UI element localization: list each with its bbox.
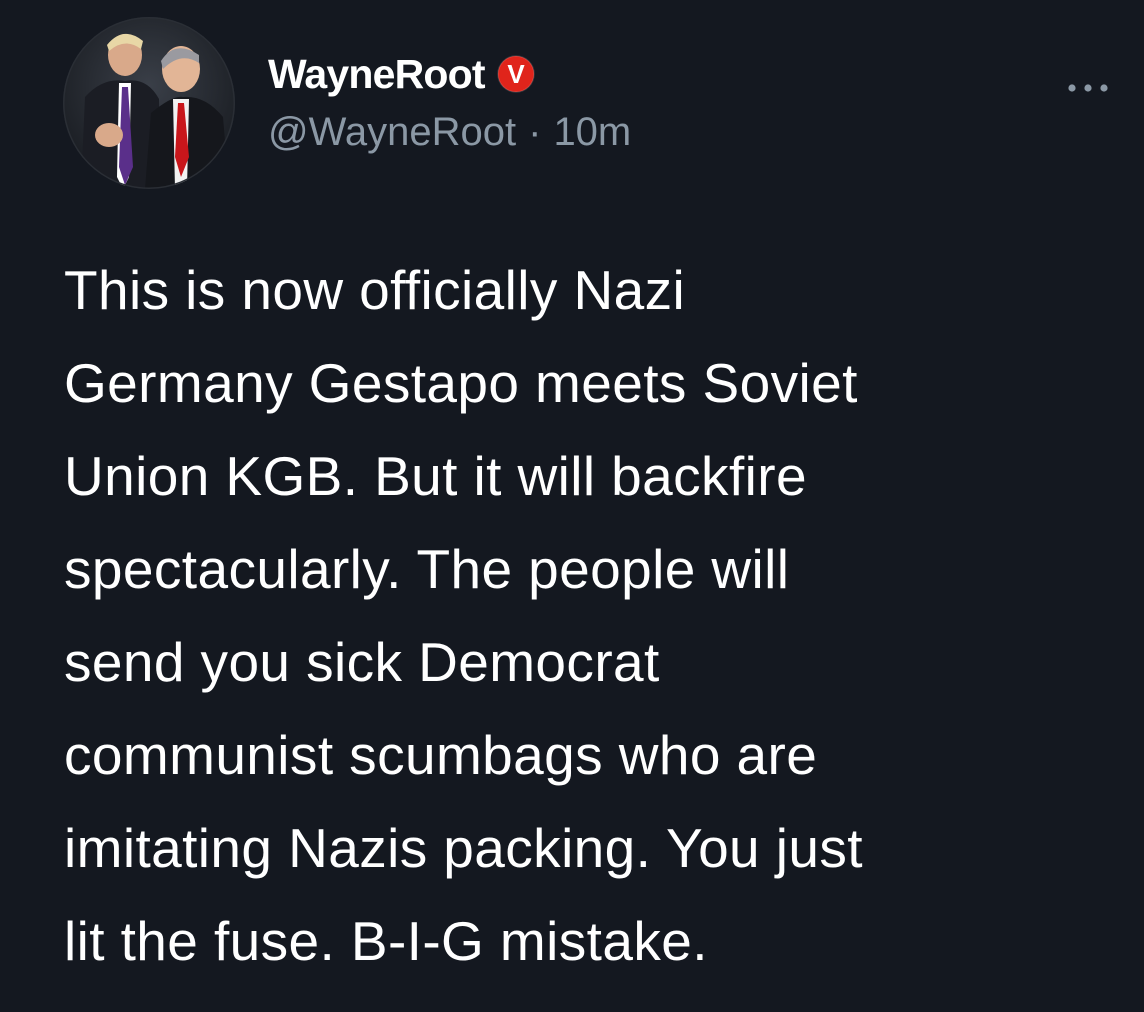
tweet-text-line: imitating Nazis packing. You just [64, 817, 863, 879]
tweet-text-line: This is now officially Nazi [64, 259, 686, 321]
tweet-text-line: Germany Gestapo meets Soviet [64, 352, 858, 414]
tweet-text-line: Union KGB. But it will backfire [64, 445, 807, 507]
tweet-text: This is now officially Nazi Germany Gest… [64, 244, 1124, 988]
tweet: WayneRoot V @WayneRoot · 10m This is now… [0, 0, 1144, 1012]
author-name-row: WayneRoot V [268, 48, 535, 100]
avatar[interactable] [63, 17, 235, 189]
tweet-text-line: communist scumbags who are [64, 724, 818, 786]
more-options-button[interactable] [1064, 76, 1112, 100]
tweet-text-line: spectacularly. The people will [64, 538, 790, 600]
handle[interactable]: @WayneRoot [268, 110, 516, 155]
display-name[interactable]: WayneRoot [268, 51, 486, 98]
verified-badge-letter: V [507, 59, 525, 89]
tweet-text-line: lit the fuse. B-I-G mistake. [64, 910, 708, 972]
timestamp[interactable]: 10m [553, 110, 631, 155]
separator: · [528, 110, 542, 154]
tweet-text-line: send you sick Democrat [64, 631, 660, 693]
verified-badge-icon: V [497, 55, 535, 93]
ellipsis-icon [1068, 84, 1108, 92]
profile-photo-icon [63, 17, 235, 189]
handle-row: @WayneRoot · 10m [268, 110, 631, 155]
